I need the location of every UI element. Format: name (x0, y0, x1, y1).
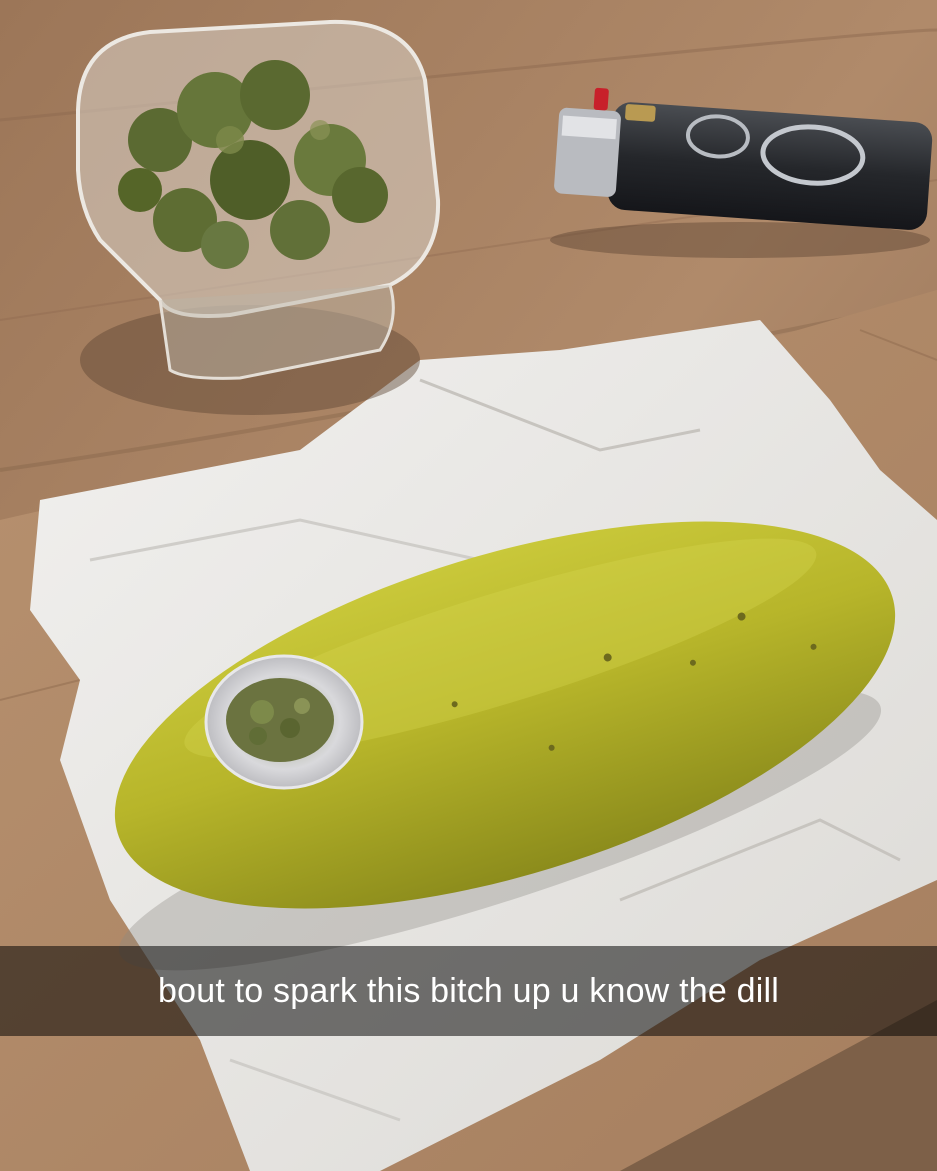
caption-bar: bout to spark this bitch up u know the d… (0, 946, 937, 1036)
caption-text: bout to spark this bitch up u know the d… (158, 971, 779, 1010)
photo-scene: bout to spark this bitch up u know the d… (0, 0, 937, 1171)
foil-bowl (204, 654, 364, 790)
